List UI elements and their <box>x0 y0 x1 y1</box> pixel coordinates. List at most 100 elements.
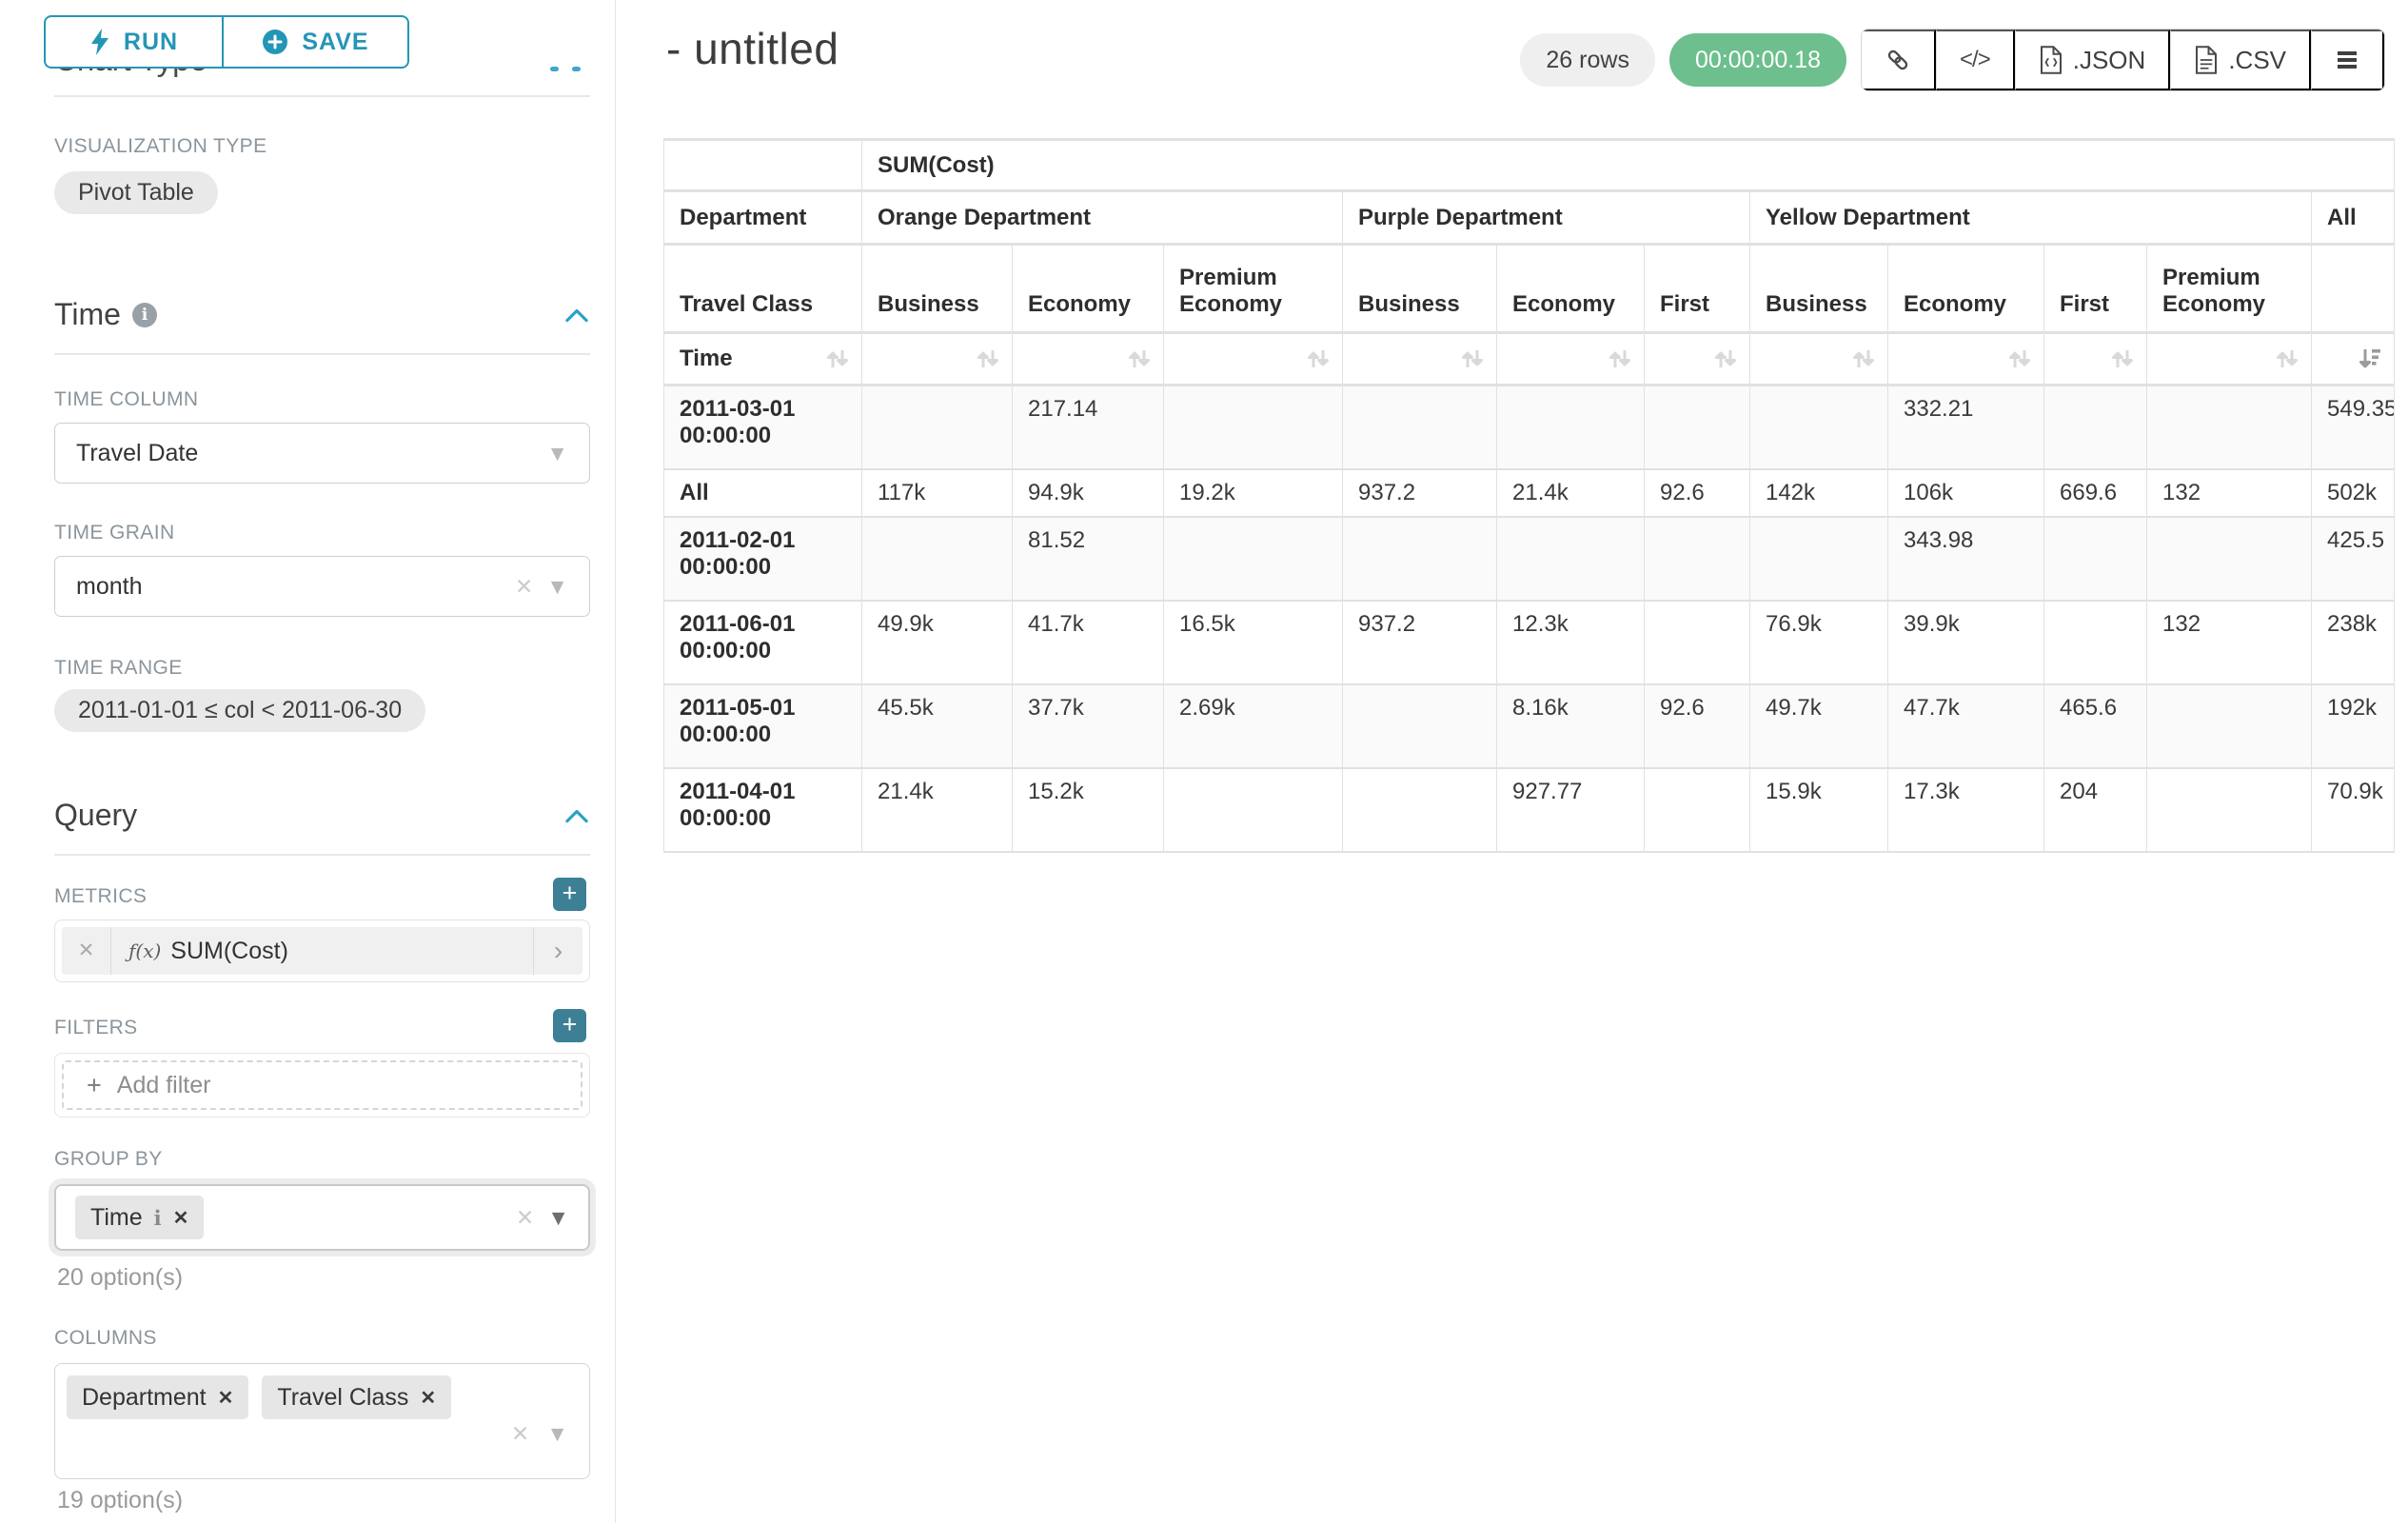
caret-down-icon[interactable]: ▼ <box>547 1205 569 1231</box>
viz-type-value-pill[interactable]: Pivot Table <box>54 171 218 214</box>
chevron-right-icon[interactable]: › <box>533 927 582 975</box>
value-cell: 81.52 <box>1013 517 1164 601</box>
time-sort-header[interactable]: Time <box>664 333 862 386</box>
remove-tag-icon[interactable]: ✕ <box>218 1386 234 1410</box>
filters-label: FILTERS <box>54 1017 138 1039</box>
remove-tag-icon[interactable]: ✕ <box>420 1386 436 1410</box>
value-cell <box>2147 517 2312 601</box>
columns-tag-travel-class[interactable]: Travel Class ✕ <box>262 1375 451 1419</box>
add-metric-button[interactable]: + <box>553 878 586 911</box>
sort-toggle-icon[interactable] <box>1304 345 1332 373</box>
add-filter-button[interactable]: + Add filter <box>62 1060 582 1110</box>
columns-tag-department[interactable]: Department ✕ <box>67 1375 248 1419</box>
caret-down-icon[interactable]: ▼ <box>546 574 568 600</box>
sort-toggle-icon[interactable] <box>2273 345 2301 373</box>
row-header-cell: 2011-05-01 00:00:00 <box>664 684 862 768</box>
value-cell <box>2147 768 2312 852</box>
time-column-select[interactable]: Travel Date ▼ <box>54 423 590 484</box>
sortable-column-header[interactable] <box>862 333 1013 386</box>
value-cell: 217.14 <box>1013 386 1164 469</box>
value-cell <box>1645 768 1750 852</box>
run-button-label: RUN <box>124 29 178 56</box>
time-range-label: TIME RANGE <box>54 657 183 680</box>
sort-toggle-icon[interactable] <box>2108 345 2137 373</box>
value-cell: 465.6 <box>2044 684 2147 768</box>
hamburger-menu-icon <box>2335 49 2359 71</box>
query-timer-badge: 00:00:00.18 <box>1669 33 1846 87</box>
sort-toggle-icon[interactable] <box>2005 345 2034 373</box>
chevron-up-icon[interactable] <box>563 807 590 824</box>
sortable-column-header[interactable] <box>1343 333 1497 386</box>
value-cell: 192k <box>2312 684 2395 768</box>
value-cell: 132 <box>2147 469 2312 517</box>
chart-title[interactable]: - untitled <box>666 23 839 74</box>
info-icon: i <box>154 1206 162 1230</box>
export-csv-button[interactable]: .CSV <box>2170 30 2311 90</box>
remove-tag-icon[interactable]: ✕ <box>173 1206 189 1230</box>
remove-metric-icon[interactable]: ✕ <box>62 927 111 975</box>
chevron-up-icon[interactable] <box>563 307 590 324</box>
export-json-button[interactable]: .JSON <box>2015 30 2171 90</box>
sortable-column-header[interactable] <box>1645 333 1750 386</box>
value-cell <box>862 386 1013 469</box>
sortable-column-header[interactable] <box>1013 333 1164 386</box>
clear-icon[interactable]: ✕ <box>515 574 533 600</box>
view-query-button[interactable]: </> <box>1936 30 2015 90</box>
value-cell <box>1750 386 1888 469</box>
value-cell <box>1164 386 1343 469</box>
group-by-tag-time[interactable]: Time i ✕ <box>75 1196 204 1239</box>
value-cell <box>1645 517 1750 601</box>
travel-class-axis-label: Travel Class <box>664 245 862 333</box>
sort-toggle-icon[interactable] <box>1458 345 1487 373</box>
value-cell: 204 <box>2044 768 2147 852</box>
sort-toggle-icon[interactable] <box>974 345 1002 373</box>
value-cell: 106k <box>1888 469 2044 517</box>
metric-item[interactable]: ✕ ƒ(x) SUM(Cost) › <box>54 920 590 982</box>
value-cell: 92.6 <box>1645 684 1750 768</box>
sort-toggle-icon[interactable] <box>1849 345 1878 373</box>
value-cell <box>1343 517 1497 601</box>
clear-icon[interactable]: ✕ <box>511 1421 529 1447</box>
value-cell: 669.6 <box>2044 469 2147 517</box>
menu-button[interactable] <box>2311 30 2384 90</box>
sortable-column-header[interactable] <box>2147 333 2312 386</box>
share-link-button[interactable] <box>1862 30 1936 90</box>
sort-desc-icon[interactable] <box>2356 345 2384 373</box>
sortable-column-header[interactable] <box>1164 333 1343 386</box>
group-by-select[interactable]: Time i ✕ ✕ ▼ <box>54 1184 590 1251</box>
column-class-header: Economy <box>1888 245 2044 333</box>
save-button[interactable]: SAVE <box>223 15 409 69</box>
export-csv-label: .CSV <box>2228 46 2286 75</box>
sort-toggle-icon[interactable] <box>823 345 852 373</box>
clear-icon[interactable]: ✕ <box>516 1205 534 1231</box>
run-button[interactable]: RUN <box>44 15 223 69</box>
value-cell <box>1645 386 1750 469</box>
table-row: All117k94.9k19.2k937.221.4k92.6142k106k6… <box>664 469 2395 517</box>
column-class-header: Economy <box>1013 245 1164 333</box>
table-row: 2011-05-01 00:00:0045.5k37.7k2.69k8.16k9… <box>664 684 2395 768</box>
time-section-title: Time <box>54 297 121 332</box>
add-filter-plus-button[interactable]: + <box>553 1009 586 1042</box>
value-cell: 70.9k <box>2312 768 2395 852</box>
table-row: 2011-02-01 00:00:0081.52343.98425.5 <box>664 517 2395 601</box>
sort-toggle-icon[interactable] <box>1711 345 1740 373</box>
value-cell: 332.21 <box>1888 386 2044 469</box>
sorted-column-header[interactable] <box>2312 333 2395 386</box>
caret-down-icon[interactable]: ▼ <box>546 1421 568 1447</box>
sortable-column-header[interactable] <box>2044 333 2147 386</box>
sortable-column-header[interactable] <box>1497 333 1645 386</box>
tag-label: Department <box>82 1384 207 1412</box>
value-cell: 92.6 <box>1645 469 1750 517</box>
value-cell: 117k <box>862 469 1013 517</box>
lightning-bolt-icon <box>89 28 110 56</box>
time-grain-select[interactable]: month ✕ ▼ <box>54 556 590 617</box>
sort-toggle-icon[interactable] <box>1125 345 1154 373</box>
sort-toggle-icon[interactable] <box>1606 345 1634 373</box>
sortable-column-header[interactable] <box>1888 333 2044 386</box>
value-cell: 94.9k <box>1013 469 1164 517</box>
columns-select[interactable]: Department ✕ Travel Class ✕ ✕ ▼ <box>54 1363 590 1479</box>
sortable-column-header[interactable] <box>1750 333 1888 386</box>
time-range-pill[interactable]: 2011-01-01 ≤ col < 2011-06-30 <box>54 689 425 732</box>
caret-down-icon[interactable]: ▼ <box>546 441 568 466</box>
export-json-label: .JSON <box>2073 46 2146 75</box>
